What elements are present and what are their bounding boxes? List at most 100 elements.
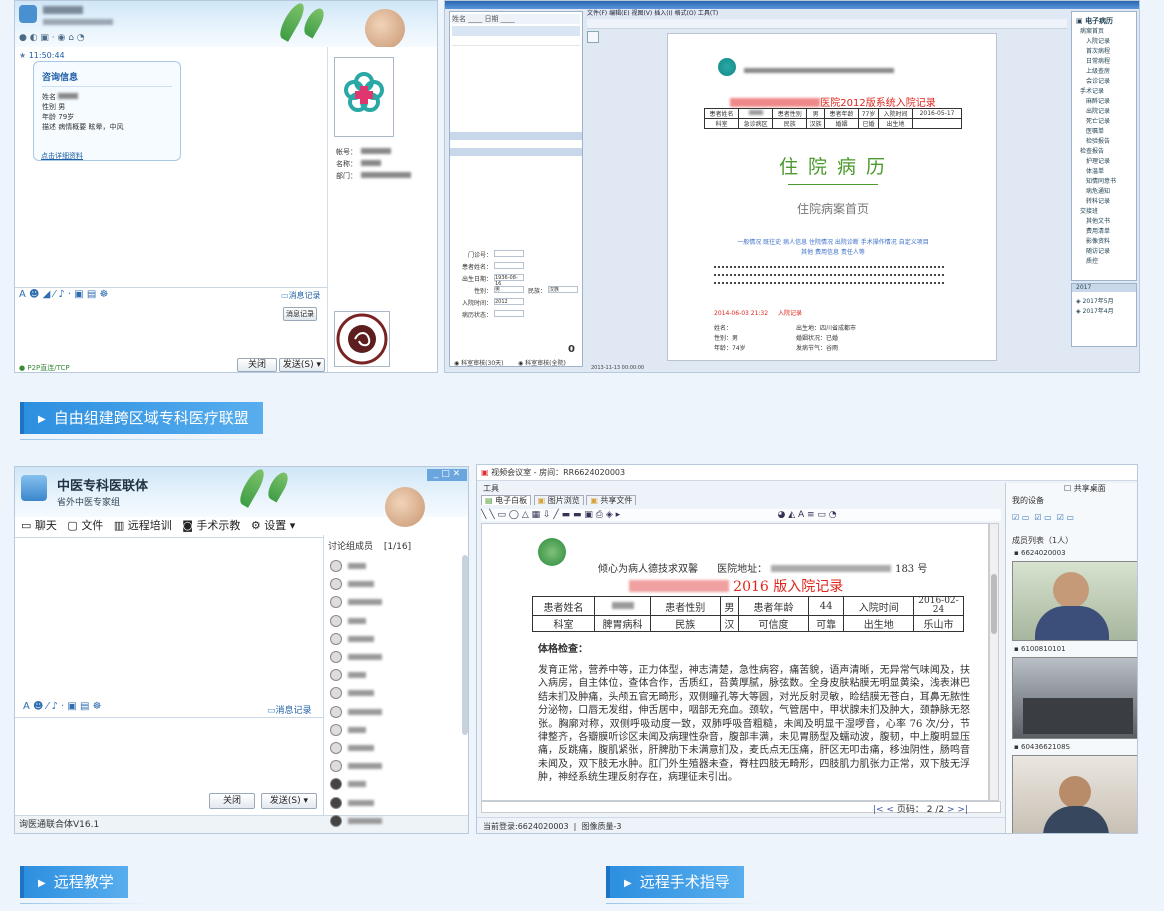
history-toggle[interactable]: ▭消息记录 — [281, 290, 321, 301]
form-input[interactable] — [494, 310, 524, 317]
format-toolbar[interactable]: A ☻ ◢ ⁄ ♪ · ▣ ▤ ☸ — [19, 289, 108, 300]
tree-item[interactable]: 医嘱单 — [1086, 126, 1104, 135]
emr-side-tool[interactable] — [587, 31, 599, 43]
member-item[interactable] — [330, 666, 460, 686]
form-ethnicity[interactable]: 汉族 — [548, 286, 578, 293]
tab-settings[interactable]: ⚙ 设置 ▾ — [251, 519, 295, 532]
consult-detail-link[interactable]: 点击详细资料 — [41, 151, 83, 161]
member-item[interactable] — [330, 739, 460, 759]
tree-item[interactable]: 影像资料 — [1086, 236, 1110, 245]
member-scrollbar[interactable] — [462, 555, 468, 735]
chat2-format-toolbar[interactable]: A ☻ ⁄ ♪ · ▣ ▤ ☸ — [23, 701, 102, 712]
chat2-history-toggle[interactable]: ▭消息记录 — [267, 703, 312, 716]
member-item[interactable] — [330, 703, 460, 723]
profile-name: 名称： — [336, 159, 381, 169]
form-input[interactable] — [494, 262, 524, 269]
member-item[interactable] — [330, 721, 460, 741]
doc-scrollbar[interactable] — [989, 523, 999, 801]
tab-shared-files[interactable]: ▣ 共享文件 — [586, 495, 637, 505]
emr-grid-row[interactable] — [452, 38, 580, 46]
tree-item[interactable]: 会诊记录 — [1086, 76, 1110, 85]
video-feed-1[interactable] — [1012, 561, 1137, 641]
tree-item[interactable]: 转科记录 — [1086, 196, 1110, 205]
date-month[interactable]: ◈ 2017年4月 — [1076, 306, 1114, 315]
tree-item[interactable]: 检验报告 — [1086, 136, 1110, 145]
tree-item[interactable]: 病案首页 — [1080, 26, 1104, 35]
member-item[interactable] — [330, 612, 460, 632]
tab-images[interactable]: ▣ 图片浏览 — [533, 495, 584, 505]
emr-check-30[interactable]: ◉ 科室审核(30天) — [454, 358, 503, 367]
emr-check-all[interactable]: ◉ 科室审核(全院) — [518, 358, 566, 367]
member-item[interactable] — [330, 648, 460, 668]
whiteboard-toolbar[interactable]: ╲ ╲ ▭ ◯ △ ▦ ⇩ ╱ ▬ ▬ ▣ ⎙ ◈ ▸ ◕ ◭ A ≡ ▭ ◔ — [481, 509, 1001, 521]
history-button[interactable]: 消息记录 — [283, 307, 317, 321]
tree-root[interactable]: ▣ 电子病历 — [1076, 16, 1113, 26]
video-menu[interactable]: 工具 — [483, 483, 499, 494]
emr-link-line-2[interactable]: 其他 费用信息 责任人等 — [668, 247, 998, 256]
member-item[interactable] — [330, 630, 460, 650]
tree-item[interactable]: 出院记录 — [1086, 106, 1110, 115]
send-button[interactable]: 发送(S) ▾ — [279, 358, 325, 372]
tree-item[interactable]: 护理记录 — [1086, 156, 1110, 165]
tree-item[interactable]: 死亡记录 — [1086, 116, 1110, 125]
tree-item[interactable]: 首次病程 — [1086, 46, 1110, 55]
close-button[interactable]: 关闭 — [237, 358, 277, 372]
tree-item[interactable]: 检查报告 — [1080, 146, 1104, 155]
date-year[interactable]: 2017 — [1076, 284, 1091, 291]
chat2-close-button[interactable]: 关闭 — [209, 793, 255, 809]
emr-toolbar[interactable] — [587, 19, 1067, 29]
member-item[interactable] — [330, 684, 460, 704]
leaf-decoration — [264, 469, 292, 503]
hospital-seal-logo — [334, 311, 390, 367]
doc-section-heading: 体格检查： — [538, 644, 588, 655]
member-item[interactable] — [330, 794, 460, 814]
doc-pager[interactable]: |< < 页码： 2 /2 > >| — [873, 802, 968, 815]
tree-item[interactable]: 随访记录 — [1086, 246, 1110, 255]
tree-item[interactable]: 上级查房 — [1086, 66, 1110, 75]
cam-label: ▪ 6100810101 — [1014, 645, 1066, 653]
member-item[interactable] — [330, 775, 460, 795]
tree-item[interactable]: 麻醉记录 — [1086, 96, 1110, 105]
tab-whiteboard[interactable]: ▤ 电子白板 — [481, 495, 532, 505]
form-birth-date[interactable]: 1936-08-16 — [494, 274, 524, 287]
chat2-send-button[interactable]: 发送(S) ▾ — [261, 793, 317, 809]
emr-entry-date: 2014-06-03 21:32 入院记录 — [714, 310, 803, 317]
form-input[interactable] — [494, 250, 524, 257]
member-item[interactable] — [330, 575, 460, 595]
tree-item[interactable]: 病危通知 — [1086, 186, 1110, 195]
date-month[interactable]: ◈ 2017年5月 — [1076, 296, 1114, 305]
member-item[interactable] — [330, 593, 460, 613]
app-title: 中医专科医联体 — [57, 479, 149, 494]
share-desktop-toggle[interactable]: ☐ 共享桌面 — [1064, 483, 1106, 494]
emr-link-line-1[interactable]: 一般情况 既往史 病人信息 住院情况 出院诊断 手术操作情况 自定义项目 — [668, 237, 998, 246]
member-item[interactable] — [330, 812, 460, 832]
tree-item[interactable]: 质控 — [1086, 256, 1098, 265]
video-feed-3[interactable] — [1012, 755, 1137, 833]
member-item[interactable] — [330, 557, 460, 577]
tree-item[interactable]: 入院记录 — [1086, 36, 1110, 45]
tree-item[interactable]: 手术记录 — [1080, 86, 1104, 95]
tree-item[interactable]: 知情同意书 — [1086, 176, 1116, 185]
form-admit-year[interactable]: 2012 — [494, 298, 524, 305]
emr-tree-panel: ▣ 电子病历 病案首页 入院记录 首次病程 日常病程 上级查房 会诊记录 手术记录 麻醉记录出… — [1071, 11, 1137, 281]
device-toggles[interactable]: ☑ ▭ ☑ ▭ ☑ ▭ — [1012, 513, 1074, 522]
member-name — [348, 799, 374, 806]
window-controls[interactable]: _ □ ✕ — [427, 469, 467, 481]
emr-menubar[interactable]: 文件(F) 编辑(E) 视图(V) 插入(I) 格式(O) 工具(T) — [587, 9, 1067, 19]
tree-item[interactable]: 费用清单 — [1086, 226, 1110, 235]
tree-item[interactable]: 日常病程 — [1086, 56, 1110, 65]
member-item[interactable] — [330, 757, 460, 777]
emr-grid-row[interactable] — [452, 48, 580, 56]
form-gender[interactable]: 男 — [494, 286, 524, 293]
tree-item[interactable]: 其他文书 — [1086, 216, 1110, 225]
tab-training[interactable]: ▥ 远程培训 — [114, 519, 172, 532]
form-label: 患者姓名： — [461, 264, 492, 271]
tab-file[interactable]: ▢ 文件 — [67, 519, 103, 532]
tree-item[interactable]: 交接班 — [1080, 206, 1098, 215]
tab-chat[interactable]: ▭ 聊天 — [21, 519, 57, 532]
video-feed-2[interactable] — [1012, 657, 1137, 739]
chat-toolbar[interactable]: ● ◐ ▣ · ◉ ⌂ ◔ — [19, 33, 85, 43]
tab-surgery[interactable]: ◙ 手术示教 — [182, 519, 240, 532]
chat2-divider — [15, 537, 323, 538]
tree-item[interactable]: 体温单 — [1086, 166, 1104, 175]
